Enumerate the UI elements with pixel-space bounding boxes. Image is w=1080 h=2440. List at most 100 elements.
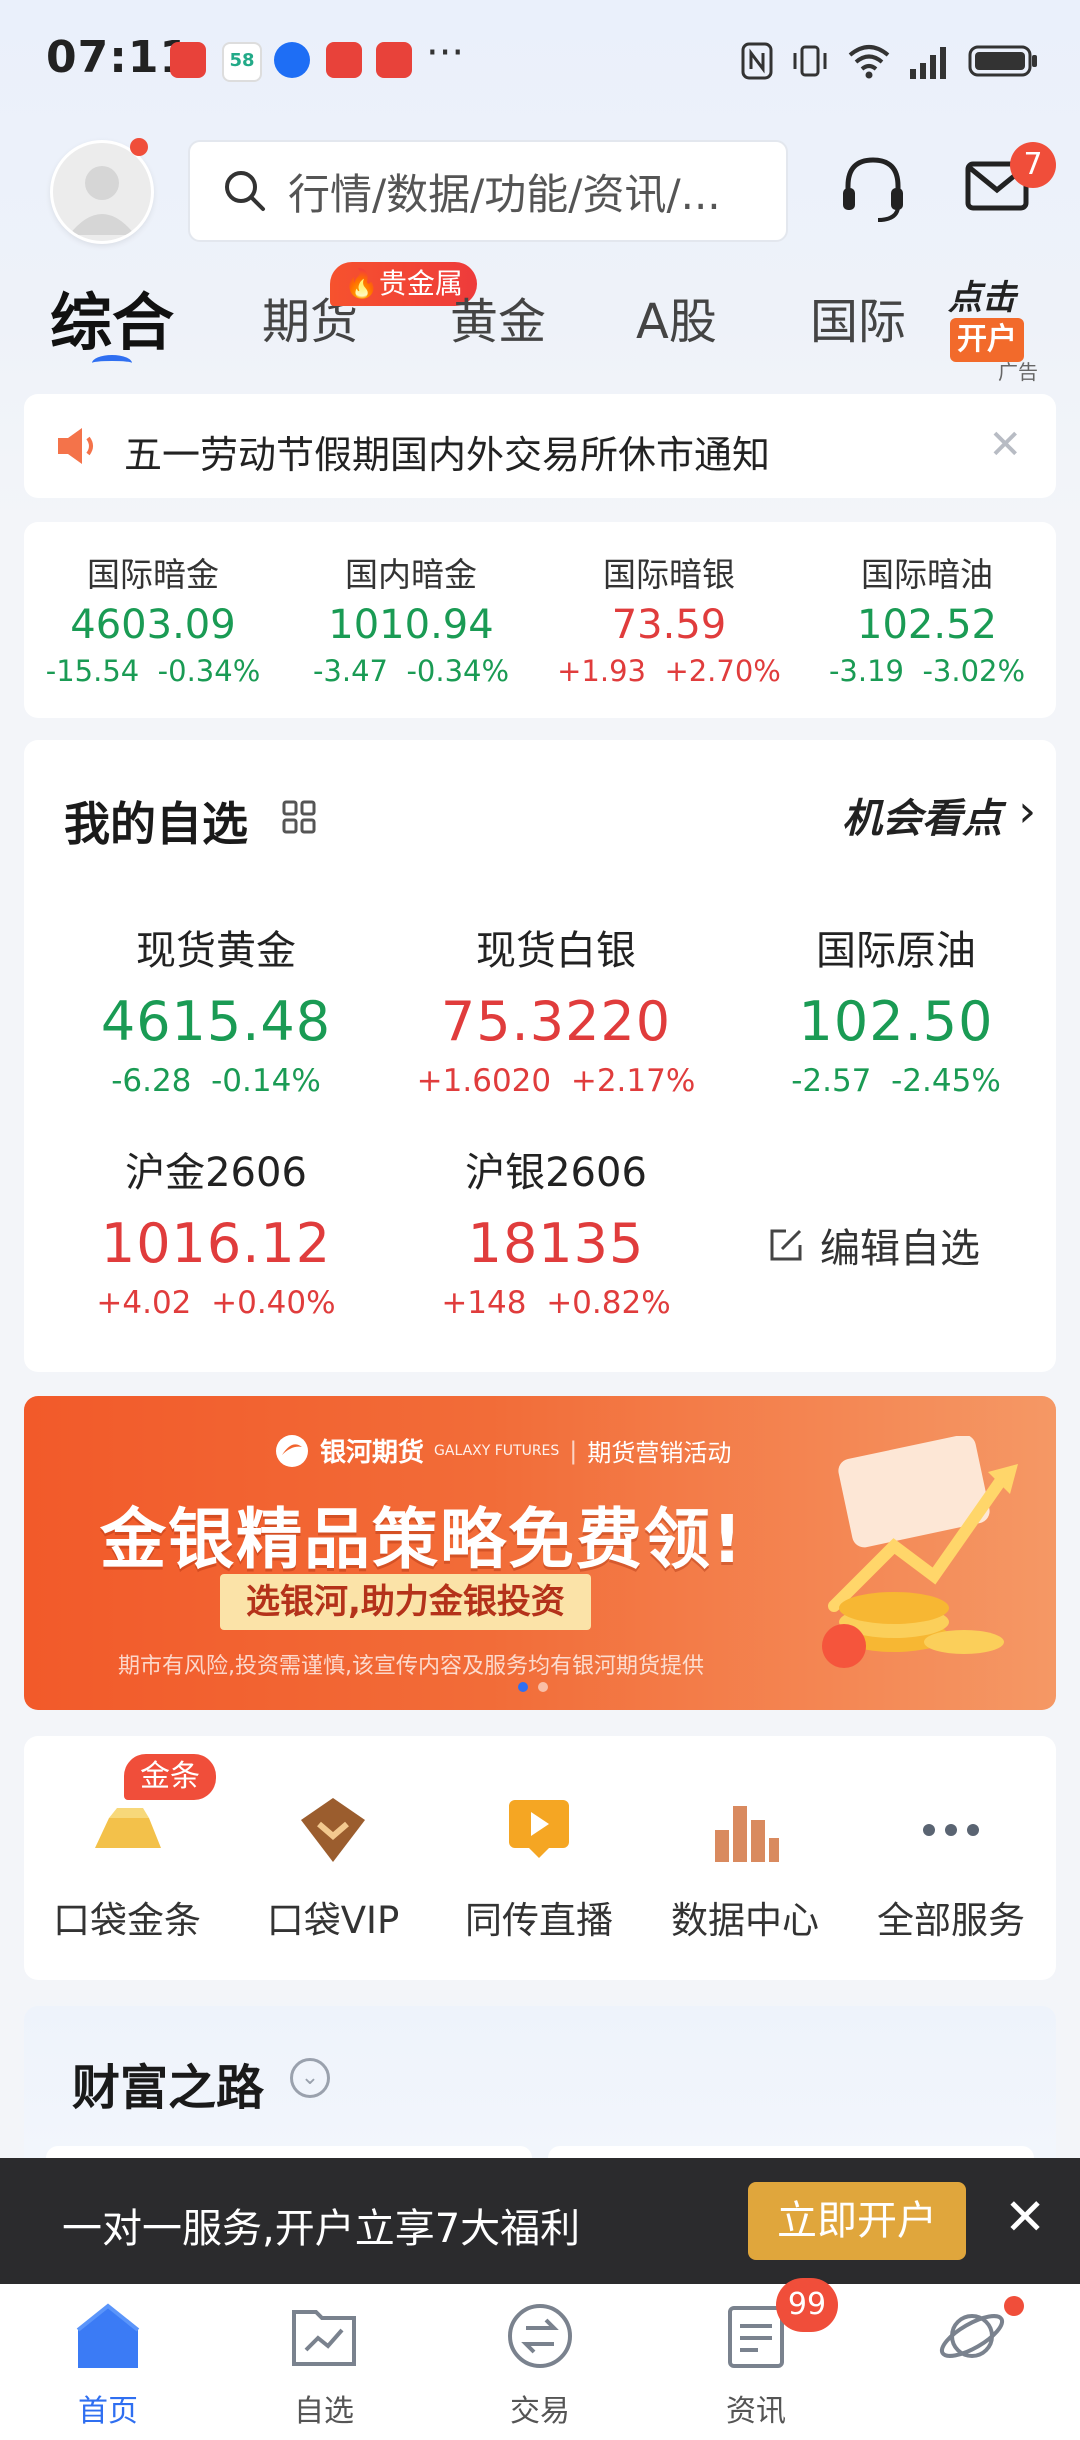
watch-item-change: -6.28 -0.14% [46, 1063, 386, 1099]
service-label: 口袋VIP [266, 1899, 400, 1942]
nav-label: 自选 [294, 2394, 354, 2429]
index-value: 102.52 [857, 602, 997, 648]
battery-icon [968, 45, 1037, 77]
grid-layout-icon[interactable] [282, 800, 316, 834]
service-all-services[interactable]: 全部服务 [848, 1790, 1054, 1944]
index-value: 4603.09 [70, 602, 236, 648]
edit-watchlist-button[interactable]: 编辑自选 [766, 1216, 980, 1274]
watch-item[interactable]: 现货白银 75.3220 +1.6020 +2.17% [386, 918, 726, 1099]
notice-close-icon[interactable]: ✕ [988, 422, 1022, 468]
index-card[interactable]: 国际暗银 73.59 +1.93 +2.70% [540, 548, 798, 688]
speaker-icon [58, 428, 93, 464]
planet-icon [939, 2314, 1005, 2358]
watch-item[interactable]: 国际原油 102.50 -2.57 -2.45% [726, 918, 1066, 1099]
gold-bar-icon [95, 1808, 161, 1848]
edit-watchlist-label: 编辑自选 [820, 1226, 980, 1272]
trade-exchange-icon [508, 2304, 572, 2368]
open-account-button[interactable]: 立即开户 [748, 2182, 966, 2260]
huawei-app-icon-2 [376, 42, 412, 78]
index-change-value: +1.93 [557, 654, 646, 688]
banner-dot[interactable] [538, 1682, 548, 1692]
avatar-notification-dot [130, 138, 148, 156]
wifi-icon [848, 45, 890, 79]
service-label: 口袋金条 [53, 1899, 201, 1942]
watchlist-folder-icon [292, 2310, 356, 2366]
search-bar[interactable]: 行情/数据/功能/资讯/... [188, 140, 788, 242]
tab-composite[interactable]: 综合 [50, 272, 174, 362]
index-change: -15.54 -0.34% [24, 654, 282, 688]
search-placeholder: 行情/数据/功能/资讯/... [288, 169, 721, 219]
news-count-badge: 99 [776, 2278, 838, 2332]
watchlist-card: 我的自选 机会看点 › 现货黄金 4615.48 -6.28 -0.14% 现货… [24, 740, 1056, 1372]
watch-item-change-pct: -0.14% [211, 1063, 321, 1099]
banner-logo: 银河期货 GALAXY FUTURES | 期货营销活动 [274, 1432, 731, 1469]
watch-item-change: -2.57 -2.45% [726, 1063, 1066, 1099]
tab-international[interactable]: 国际 [810, 282, 906, 352]
service-pocket-vip[interactable]: 口袋VIP [230, 1790, 436, 1944]
chevron-down-icon[interactable]: ⌄ [290, 2058, 330, 2098]
service-pocket-gold-bar[interactable]: 口袋金条 [24, 1790, 230, 1944]
market-indices: 国际暗金 4603.09 -15.54 -0.34% 国内暗金 1010.94 … [24, 522, 1056, 718]
open-account-ad[interactable]: 点击 开户 广告 [940, 270, 1050, 384]
index-card[interactable]: 国内暗金 1010.94 -3.47 -0.34% [282, 548, 540, 688]
service-label: 全部服务 [877, 1899, 1025, 1942]
home-icon [76, 2303, 140, 2368]
watch-item-change-pct: -2.45% [891, 1063, 1001, 1099]
watch-item-value: 1016.12 [100, 1212, 332, 1275]
banner-logo-name: 银河期货 [320, 1438, 425, 1468]
close-icon[interactable]: ✕ [1004, 2188, 1046, 2246]
watch-item[interactable]: 沪金2606 1016.12 +4.02 +0.40% [46, 1140, 386, 1321]
watch-item-change-value: +148 [441, 1285, 527, 1321]
nfc-icon [741, 42, 773, 80]
store-app-icon [326, 42, 362, 78]
banner-dot-active[interactable] [518, 1682, 528, 1692]
more-dots-icon [923, 1824, 979, 1836]
watch-item-value: 4615.48 [100, 990, 332, 1053]
nav-label: 首页 [78, 2394, 138, 2429]
fire-icon: 🔥 [344, 267, 379, 300]
tab-gold[interactable]: 黄金 [450, 282, 546, 352]
search-icon [225, 171, 265, 211]
index-change-pct: +2.70% [664, 654, 781, 688]
customer-service-headset-icon[interactable] [838, 152, 908, 228]
index-change-value: -3.47 [312, 654, 388, 688]
watch-item-change-value: -6.28 [111, 1063, 192, 1099]
watch-item[interactable]: 沪银2606 18135 +148 +0.82% [386, 1140, 726, 1321]
edit-icon [770, 1229, 802, 1261]
nav-watchlist[interactable]: 自选 [216, 2298, 432, 2430]
watch-item-change-pct: +2.17% [570, 1063, 696, 1099]
bar-chart-icon [715, 1806, 779, 1862]
tab-a-shares[interactable]: A股 [636, 282, 717, 352]
promo-text: 一对一服务,开户立享7大福利 [62, 2206, 581, 2252]
chevron-right-icon[interactable]: › [1018, 786, 1036, 837]
watch-item-change-pct: +0.40% [211, 1285, 336, 1321]
ad-line1: 点击 [948, 278, 1016, 318]
service-label: 数据中心 [671, 1899, 819, 1942]
opportunity-link[interactable]: 机会看点 [842, 786, 1002, 844]
nav-discover[interactable] [864, 2298, 1080, 2386]
banner-title: 金银精品策略免费领! [100, 1501, 745, 1578]
promo-banner[interactable]: 银河期货 GALAXY FUTURES | 期货营销活动 金银精品策略免费领! … [24, 1396, 1056, 1710]
service-live-stream[interactable]: 同传直播 [436, 1790, 642, 1944]
nav-home[interactable]: 首页 [0, 2298, 216, 2430]
index-card[interactable]: 国际暗金 4603.09 -15.54 -0.34% [24, 548, 282, 688]
nav-trade[interactable]: 交易 [432, 2298, 648, 2430]
nav-label: 交易 [510, 2394, 570, 2429]
notice-bar[interactable]: 五一劳动节假期国内外交易所休市通知 ✕ [24, 394, 1056, 498]
watchlist-title: 我的自选 [64, 797, 248, 851]
banner-subtitle: 选银河,助力金银投资 [220, 1574, 591, 1630]
live-play-icon [509, 1800, 569, 1858]
status-bar: 07:11 58 ··· [0, 0, 1080, 120]
watch-item[interactable]: 现货黄金 4615.48 -6.28 -0.14% [46, 918, 386, 1099]
watch-item-change: +1.6020 +2.17% [386, 1063, 726, 1099]
service-data-center[interactable]: 数据中心 [642, 1790, 848, 1944]
watch-item-value: 18135 [467, 1212, 645, 1275]
galaxy-logo-icon [276, 1434, 308, 1467]
services-grid: 口袋金条 金条 口袋VIP 同传直播 数据中心 全部服务 [24, 1736, 1056, 1980]
index-card[interactable]: 国际暗油 102.52 -3.19 -3.02% [798, 548, 1056, 688]
bottom-navigation: 首页 自选 交易 资讯 99 [0, 2278, 1080, 2440]
watch-item-change-pct: +0.82% [546, 1285, 671, 1321]
watch-item-name: 现货黄金 [136, 928, 296, 974]
index-change-pct: -0.34% [157, 654, 261, 688]
status-more: ··· [426, 30, 465, 76]
